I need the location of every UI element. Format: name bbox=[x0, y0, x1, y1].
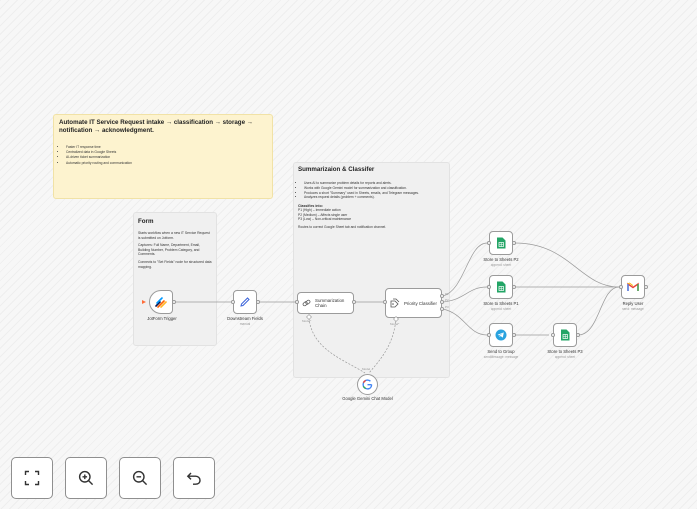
node-label: Google Gemini Chat Model bbox=[342, 396, 393, 401]
input-port[interactable] bbox=[487, 333, 491, 337]
node-subtitle: send: message bbox=[622, 307, 644, 311]
input-port[interactable] bbox=[487, 241, 491, 245]
input-port[interactable] bbox=[231, 300, 235, 304]
node-label: Downstream Fields bbox=[227, 316, 263, 321]
input-port[interactable] bbox=[619, 285, 623, 289]
model-port-diamond[interactable] bbox=[306, 314, 312, 320]
node-label: Summarization Chain bbox=[315, 298, 345, 308]
output-port-p1[interactable] bbox=[440, 294, 444, 298]
node-label: Store to Sheets P2 bbox=[483, 257, 519, 262]
node-label: Store to Sheets P3 bbox=[547, 349, 583, 354]
google-sheets-icon bbox=[497, 237, 506, 249]
node-summarization-chain[interactable]: Summarization Chain bbox=[297, 292, 354, 314]
output-port[interactable] bbox=[512, 285, 516, 289]
connection-model-summarization bbox=[308, 317, 366, 374]
connection-classifier-p1 bbox=[442, 286, 488, 303]
output-label: P2 bbox=[445, 298, 449, 302]
node-downstream-fields[interactable] bbox=[233, 290, 257, 314]
output-port-p3[interactable] bbox=[440, 307, 444, 311]
google-sheets-icon bbox=[561, 329, 570, 341]
pencil-icon bbox=[240, 297, 250, 307]
node-google-gemini-chat-model[interactable] bbox=[357, 374, 378, 395]
output-port[interactable] bbox=[576, 333, 580, 337]
node-priority-classifier[interactable]: Priority Classifier bbox=[385, 288, 442, 318]
model-port-label: Model bbox=[362, 367, 371, 371]
google-sheets-icon bbox=[497, 281, 506, 293]
node-store-sheets-p1[interactable] bbox=[489, 275, 513, 299]
input-port[interactable] bbox=[383, 300, 387, 304]
output-port[interactable] bbox=[644, 285, 648, 289]
model-port-label: Model* bbox=[390, 322, 400, 326]
input-port[interactable] bbox=[551, 333, 555, 337]
connection-model-classifier bbox=[368, 317, 397, 374]
fit-view-icon bbox=[24, 470, 40, 486]
node-label: Send to Group bbox=[487, 349, 515, 354]
input-port[interactable] bbox=[295, 300, 299, 304]
undo-icon bbox=[186, 472, 201, 485]
node-store-sheets-p3[interactable] bbox=[553, 323, 577, 347]
connection-classifier-p2 bbox=[442, 242, 488, 297]
node-store-sheets-p2[interactable] bbox=[489, 231, 513, 255]
node-subtitle: sendMessage: message bbox=[483, 355, 519, 359]
output-port[interactable] bbox=[256, 300, 260, 304]
node-label: Reply User bbox=[622, 301, 644, 306]
output-label: P1 bbox=[445, 292, 449, 296]
jotform-icon bbox=[155, 297, 167, 308]
node-jotform-trigger[interactable] bbox=[149, 290, 173, 314]
node-label: JotForm Trigger bbox=[147, 316, 177, 321]
gmail-icon bbox=[627, 282, 639, 291]
classifier-icon bbox=[390, 298, 400, 308]
connection-classifier-telegram bbox=[442, 308, 488, 336]
connection-p2-reply bbox=[514, 242, 620, 288]
node-reply-user[interactable] bbox=[621, 275, 645, 299]
node-subtitle: manual bbox=[239, 322, 251, 326]
connections-layer bbox=[142, 242, 620, 374]
output-port[interactable] bbox=[172, 300, 176, 304]
node-subtitle: append: sheet bbox=[554, 355, 576, 359]
undo-button[interactable] bbox=[173, 457, 215, 499]
telegram-icon bbox=[495, 329, 507, 341]
output-port[interactable] bbox=[352, 300, 356, 304]
model-port-diamond[interactable] bbox=[393, 316, 399, 322]
connection-p3-reply bbox=[577, 286, 620, 336]
chain-link-icon bbox=[302, 299, 311, 307]
node-send-to-group[interactable] bbox=[489, 323, 513, 347]
output-label: P3 bbox=[445, 305, 449, 309]
output-port-p2[interactable] bbox=[440, 300, 444, 304]
trigger-arrow-icon bbox=[142, 300, 146, 304]
fit-view-button[interactable] bbox=[11, 457, 53, 499]
output-port[interactable] bbox=[512, 333, 516, 337]
node-label: Priority Classifier bbox=[404, 300, 437, 306]
zoom-out-icon bbox=[132, 470, 148, 486]
node-subtitle: append: sheet bbox=[490, 263, 512, 267]
node-subtitle: append: sheet bbox=[490, 307, 512, 311]
zoom-in-icon bbox=[78, 470, 94, 486]
node-label: Store to Sheets P1 bbox=[483, 301, 519, 306]
zoom-out-button[interactable] bbox=[119, 457, 161, 499]
zoom-in-button[interactable] bbox=[65, 457, 107, 499]
input-port[interactable] bbox=[487, 285, 491, 289]
output-port[interactable] bbox=[512, 241, 516, 245]
google-icon bbox=[362, 379, 373, 390]
